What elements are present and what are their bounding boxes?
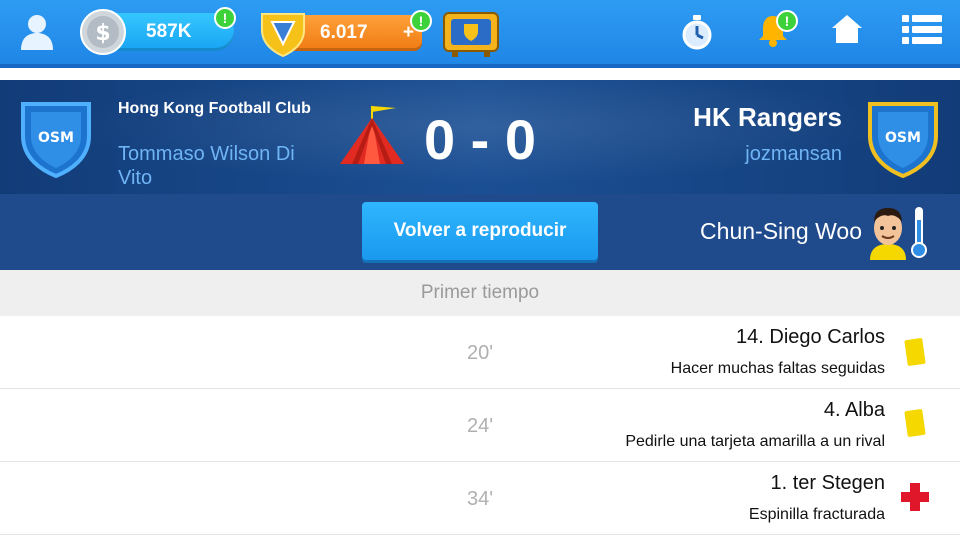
event-player: 4. Alba (823, 399, 885, 421)
away-club-crest-icon[interactable]: OSM (864, 96, 942, 179)
injury-cross-icon (900, 480, 930, 514)
event-minute: 24' (466, 415, 494, 437)
stopwatch-icon[interactable] (680, 14, 714, 50)
tv-ad-icon[interactable] (442, 10, 500, 58)
player-avatar[interactable] (866, 204, 910, 260)
event-player: 14. Diego Carlos (736, 326, 885, 348)
event-description: Hacer muchas faltas seguidas (670, 360, 885, 377)
event-player: 1. ter Stegen (770, 472, 885, 494)
event-row[interactable]: 24' 4. Alba Pedirle una tarjeta amarilla… (0, 389, 960, 462)
menu-icon[interactable] (902, 14, 942, 46)
event-description: Pedirle una tarjeta amarilla a un rival (625, 433, 885, 450)
home-crest-label: OSM (38, 130, 74, 146)
silver-coin-icon: $ (80, 9, 126, 55)
bell-alert-badge[interactable]: ! (776, 10, 798, 32)
yellow-card-icon (900, 407, 930, 441)
event-row[interactable]: 34' 1. ter Stegen Espinilla fracturada (0, 462, 960, 535)
gold-alert-badge[interactable]: ! (410, 10, 432, 32)
away-manager-name[interactable]: jozmansan (745, 143, 842, 166)
featured-player-name[interactable]: Chun-Sing Woo (700, 218, 862, 245)
profile-icon[interactable] (18, 12, 56, 52)
gold-shield-icon (256, 8, 310, 58)
coins-alert-badge[interactable]: ! (214, 7, 236, 29)
stadium-tent-icon (336, 104, 408, 170)
thermometer-icon (910, 206, 928, 258)
event-description: Espinilla fracturada (748, 506, 885, 523)
gold-value: 6.017 (320, 22, 368, 43)
replay-button[interactable]: Volver a reproducir (362, 202, 598, 260)
event-minute: 20' (466, 342, 494, 364)
home-club-name: Hong Kong Football Club (118, 100, 311, 117)
home-icon[interactable] (830, 12, 864, 46)
yellow-card-icon (900, 336, 930, 370)
away-club-name: HK Rangers (693, 102, 842, 132)
away-crest-label: OSM (885, 130, 921, 146)
home-manager-name[interactable]: Tommaso Wilson Di Vito (118, 142, 328, 190)
svg-text:$: $ (95, 21, 110, 46)
period-header: Primer tiempo (0, 270, 960, 316)
event-row[interactable]: 20' 14. Diego Carlos Hacer muchas faltas… (0, 316, 960, 389)
coins-value: 587K (146, 21, 192, 42)
home-club-crest-icon[interactable]: OSM (17, 96, 95, 179)
event-minute: 34' (466, 488, 494, 510)
match-score: 0 - 0 (423, 108, 537, 171)
